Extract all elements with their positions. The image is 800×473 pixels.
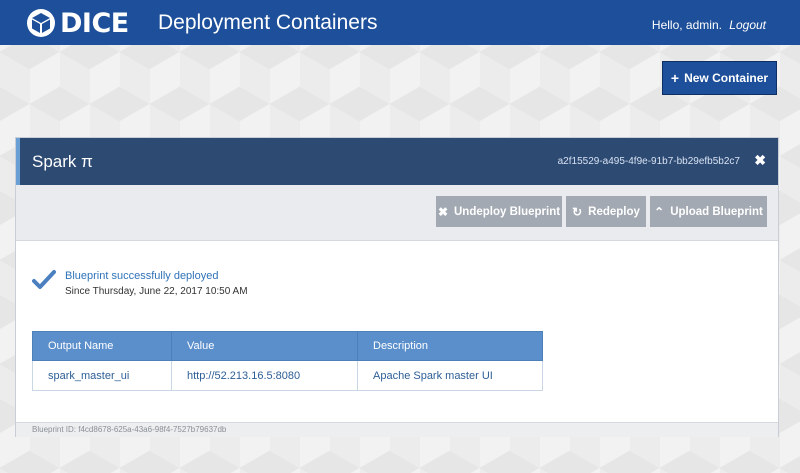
undeploy-label: Undeploy Blueprint [454,205,561,218]
panel-footer: Blueprint ID: f4cd8678-625a-43a6-98f4-75… [16,422,778,437]
output-description-cell: Apache Spark master UI [357,360,543,391]
upload-blueprint-button[interactable]: ⌃ Upload Blueprint [650,196,767,227]
upload-label: Upload Blueprint [670,205,763,218]
new-container-label: New Container [684,71,769,85]
status-timestamp: Since Thursday, June 22, 2017 10:50 AM [65,286,248,297]
undeploy-blueprint-button[interactable]: ✖ Undeploy Blueprint [436,196,562,227]
header-output-name: Output Name [32,331,172,361]
container-title: Spark π [32,152,93,171]
greeting-text: Hello, admin. [651,18,722,32]
times-icon: ✖ [437,204,448,219]
table-row: spark_master_ui http://52.213.16.5:8080 … [32,360,543,391]
redeploy-label: Redeploy [588,205,640,218]
app-title: Deployment Containers [158,11,378,34]
container-id: a2f15529-a495-4f9e-91b7-bb29efb5b2c7 [557,156,740,167]
user-area: Hello, admin. Logout [652,18,766,32]
blueprint-id: Blueprint ID: f4cd8678-625a-43a6-98f4-75… [32,425,227,434]
chevron-up-icon: ⌃ [654,204,665,219]
output-value-cell[interactable]: http://52.213.16.5:8080 [171,360,358,391]
logout-link[interactable]: Logout [729,18,766,32]
panel-header: Spark π a2f15529-a495-4f9e-91b7-bb29efb5… [16,138,778,185]
header-description: Description [357,331,543,361]
dice-logo[interactable]: DICE [26,7,129,39]
new-container-button[interactable]: + New Container [662,61,777,95]
redeploy-button[interactable]: ↻ Redeploy [566,196,646,227]
table-header-row: Output Name Value Description [32,331,543,361]
panel-toolbar: ✖ Undeploy Blueprint ↻ Redeploy ⌃ Upload… [16,185,778,241]
output-name-cell: spark_master_ui [32,360,172,391]
container-panel: Spark π a2f15529-a495-4f9e-91b7-bb29efb5… [15,137,779,437]
refresh-icon: ↻ [572,204,583,219]
header-value: Value [171,331,358,361]
plus-icon: + [670,70,680,86]
top-navbar: DICE Deployment Containers Hello, admin.… [0,0,800,45]
logo-text: DICE [60,7,129,39]
close-icon[interactable]: ✖ [754,152,766,169]
checkmark-icon [32,270,56,289]
cube-icon [27,9,55,37]
outputs-table: Output Name Value Description spark_mast… [32,331,543,391]
status-message: Blueprint successfully deployed [65,270,219,282]
